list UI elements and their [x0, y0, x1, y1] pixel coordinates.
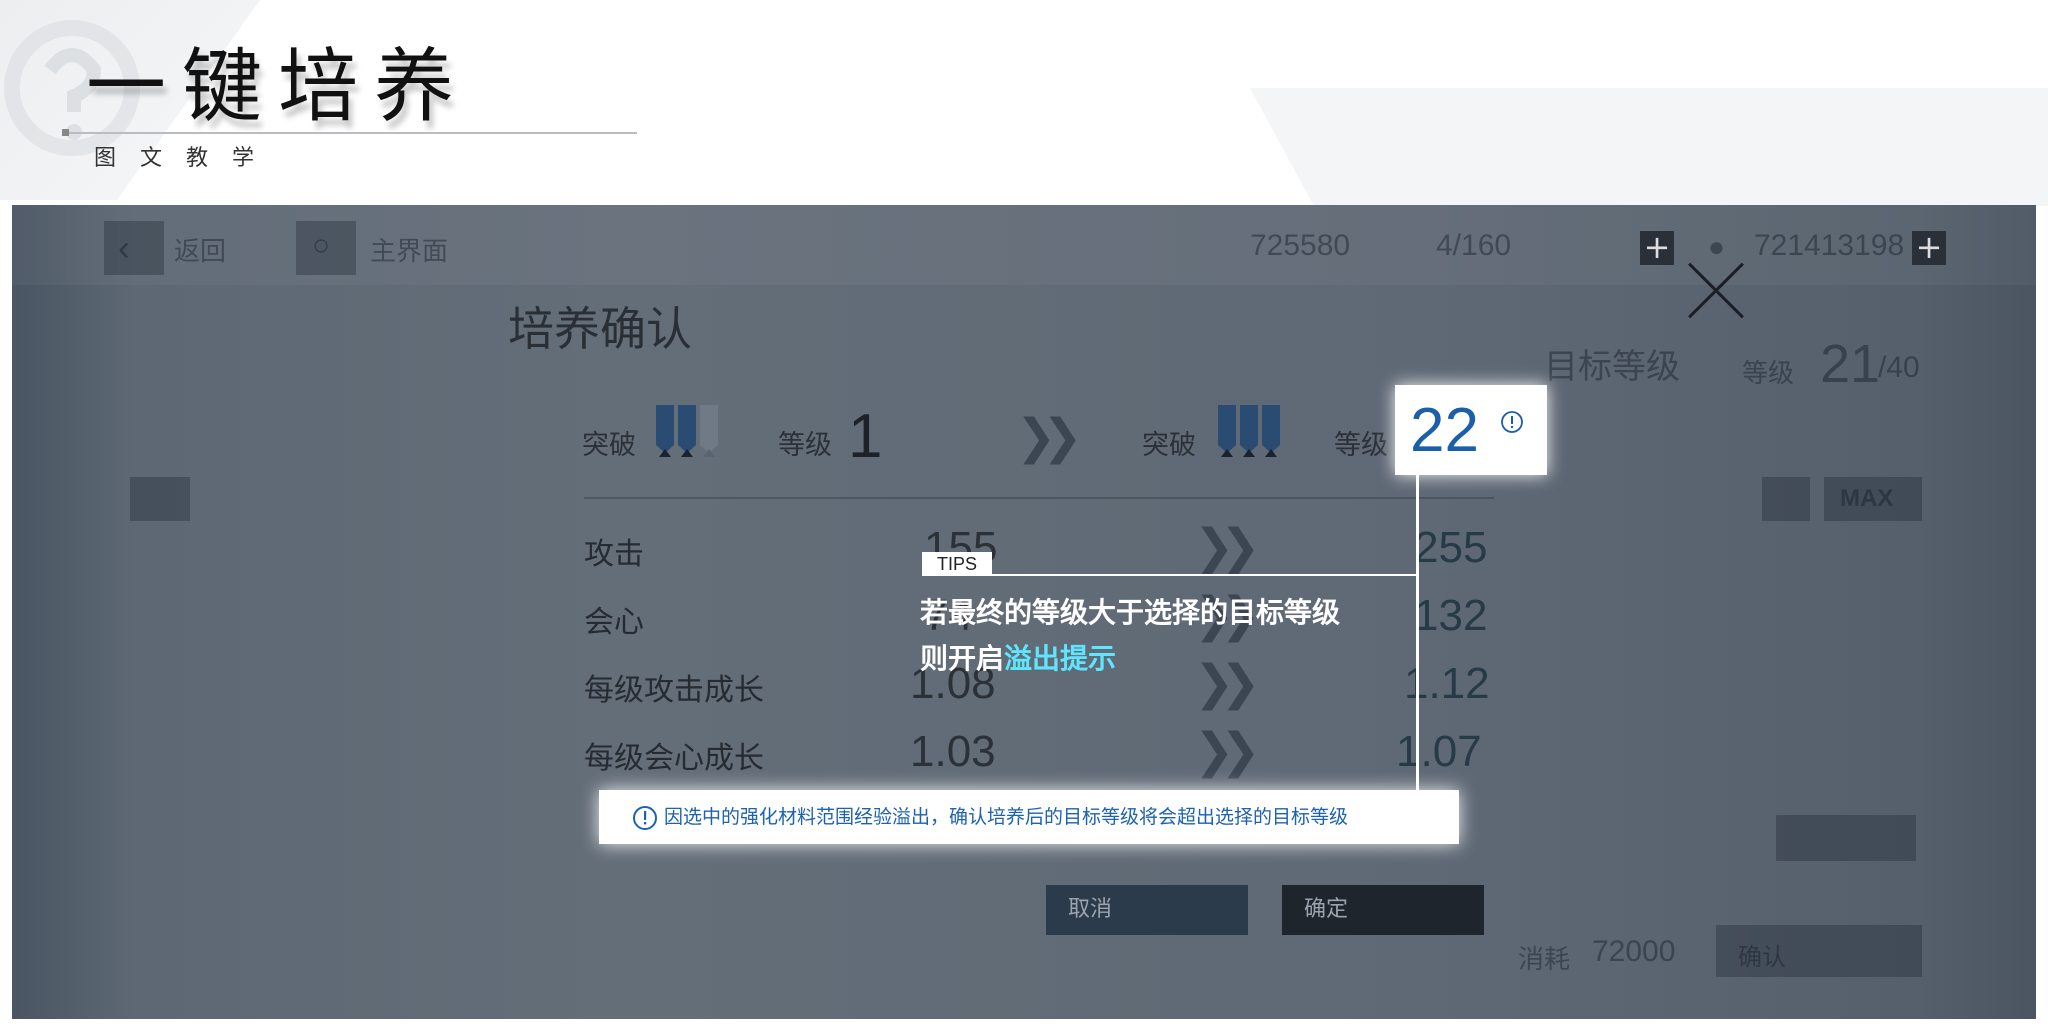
header-decoration-right	[1250, 88, 2048, 206]
target-level-label: 目标等级	[1544, 348, 1680, 386]
overflow-warning-text: 因选中的强化材料范围经验溢出，确认培养后的目标等级将会超出选择的目标等级	[664, 806, 1349, 828]
stat-name: 攻击	[584, 537, 644, 572]
breakthrough-star-icon	[1240, 405, 1258, 459]
add-currency-button[interactable]: +	[1912, 231, 1946, 265]
back-label: 返回	[174, 236, 227, 266]
stat-to: 255	[1414, 523, 1488, 572]
warning-icon	[633, 806, 657, 830]
arrow-right-icon: ❯❯	[1194, 519, 1261, 575]
stat-to: 1.07	[1396, 727, 1482, 776]
side-level-value: 21	[1820, 334, 1881, 394]
callout-line-horizontal	[922, 574, 1418, 576]
level-to-value: 22	[1410, 396, 1479, 465]
stat-name: 会心	[584, 605, 644, 640]
back-button[interactable]	[104, 221, 164, 275]
confirm-button[interactable]: 确定	[1282, 885, 1484, 935]
side-option-box[interactable]	[1776, 815, 1916, 861]
currency-1-value: 725580	[1250, 229, 1351, 262]
level-label-to: 等级	[1334, 430, 1388, 461]
side-level-max: /40	[1878, 351, 1920, 384]
breakthrough-star-icon	[1262, 405, 1280, 459]
title-divider	[62, 132, 637, 134]
cost-label: 消耗	[1518, 944, 1571, 974]
info-icon	[1501, 411, 1523, 433]
side-confirm-label: 确认	[1738, 944, 1786, 971]
close-icon[interactable]	[1684, 259, 1748, 323]
stat-from: 1.03	[910, 727, 996, 776]
side-minus-button[interactable]	[1762, 477, 1810, 521]
tips-tag: TIPS	[922, 552, 992, 576]
stat-name: 每级攻击成长	[584, 673, 764, 708]
side-level-prefix: 等级	[1742, 358, 1795, 388]
max-label: MAX	[1840, 485, 1894, 512]
title-divider-dot	[62, 129, 69, 136]
cost-value: 72000	[1592, 935, 1676, 968]
stat-name: 每级会心成长	[584, 741, 764, 776]
level-from-value: 1	[848, 402, 883, 471]
page-subtitle: 图文教学	[94, 146, 279, 171]
arrow-right-icon: ❯❯	[1194, 723, 1261, 779]
left-minus-button[interactable]	[130, 477, 190, 521]
tips-line-2: 则开启溢出提示	[920, 636, 1340, 682]
tips-line-2-prefix: 则开启	[920, 642, 1005, 675]
breakthrough-star-icon	[678, 405, 696, 459]
breakthrough-label-to: 突破	[1142, 430, 1196, 461]
home-icon: ○	[312, 229, 331, 262]
tips-line-1: 若最终的等级大于选择的目标等级	[920, 596, 1341, 629]
arrow-right-icon: ❯❯	[1016, 409, 1083, 465]
dialog-divider	[584, 497, 1494, 499]
breakthrough-label-from: 突破	[582, 430, 636, 461]
currency-2-value: 721413198	[1754, 229, 1905, 262]
callout-line-vertical	[1416, 475, 1419, 793]
tips-text: 若最终的等级大于选择的目标等级 则开启溢出提示	[920, 590, 1340, 682]
breakthrough-star-empty-icon	[700, 405, 718, 459]
level-label-from: 等级	[778, 430, 832, 461]
cancel-button[interactable]: 取消	[1046, 885, 1248, 935]
home-label: 主界面	[370, 236, 449, 266]
tips-highlight: 溢出提示	[1004, 642, 1117, 675]
stamina-value: 4/160	[1436, 229, 1512, 262]
page-title: 一键培养	[86, 40, 470, 133]
breakthrough-star-icon	[1218, 405, 1236, 459]
chevron-left-icon: ‹	[118, 227, 130, 268]
dialog-title: 培养确认	[508, 302, 692, 356]
stat-to: 132	[1414, 591, 1488, 640]
breakthrough-star-icon	[656, 405, 674, 459]
add-stamina-button[interactable]: +	[1640, 231, 1674, 265]
